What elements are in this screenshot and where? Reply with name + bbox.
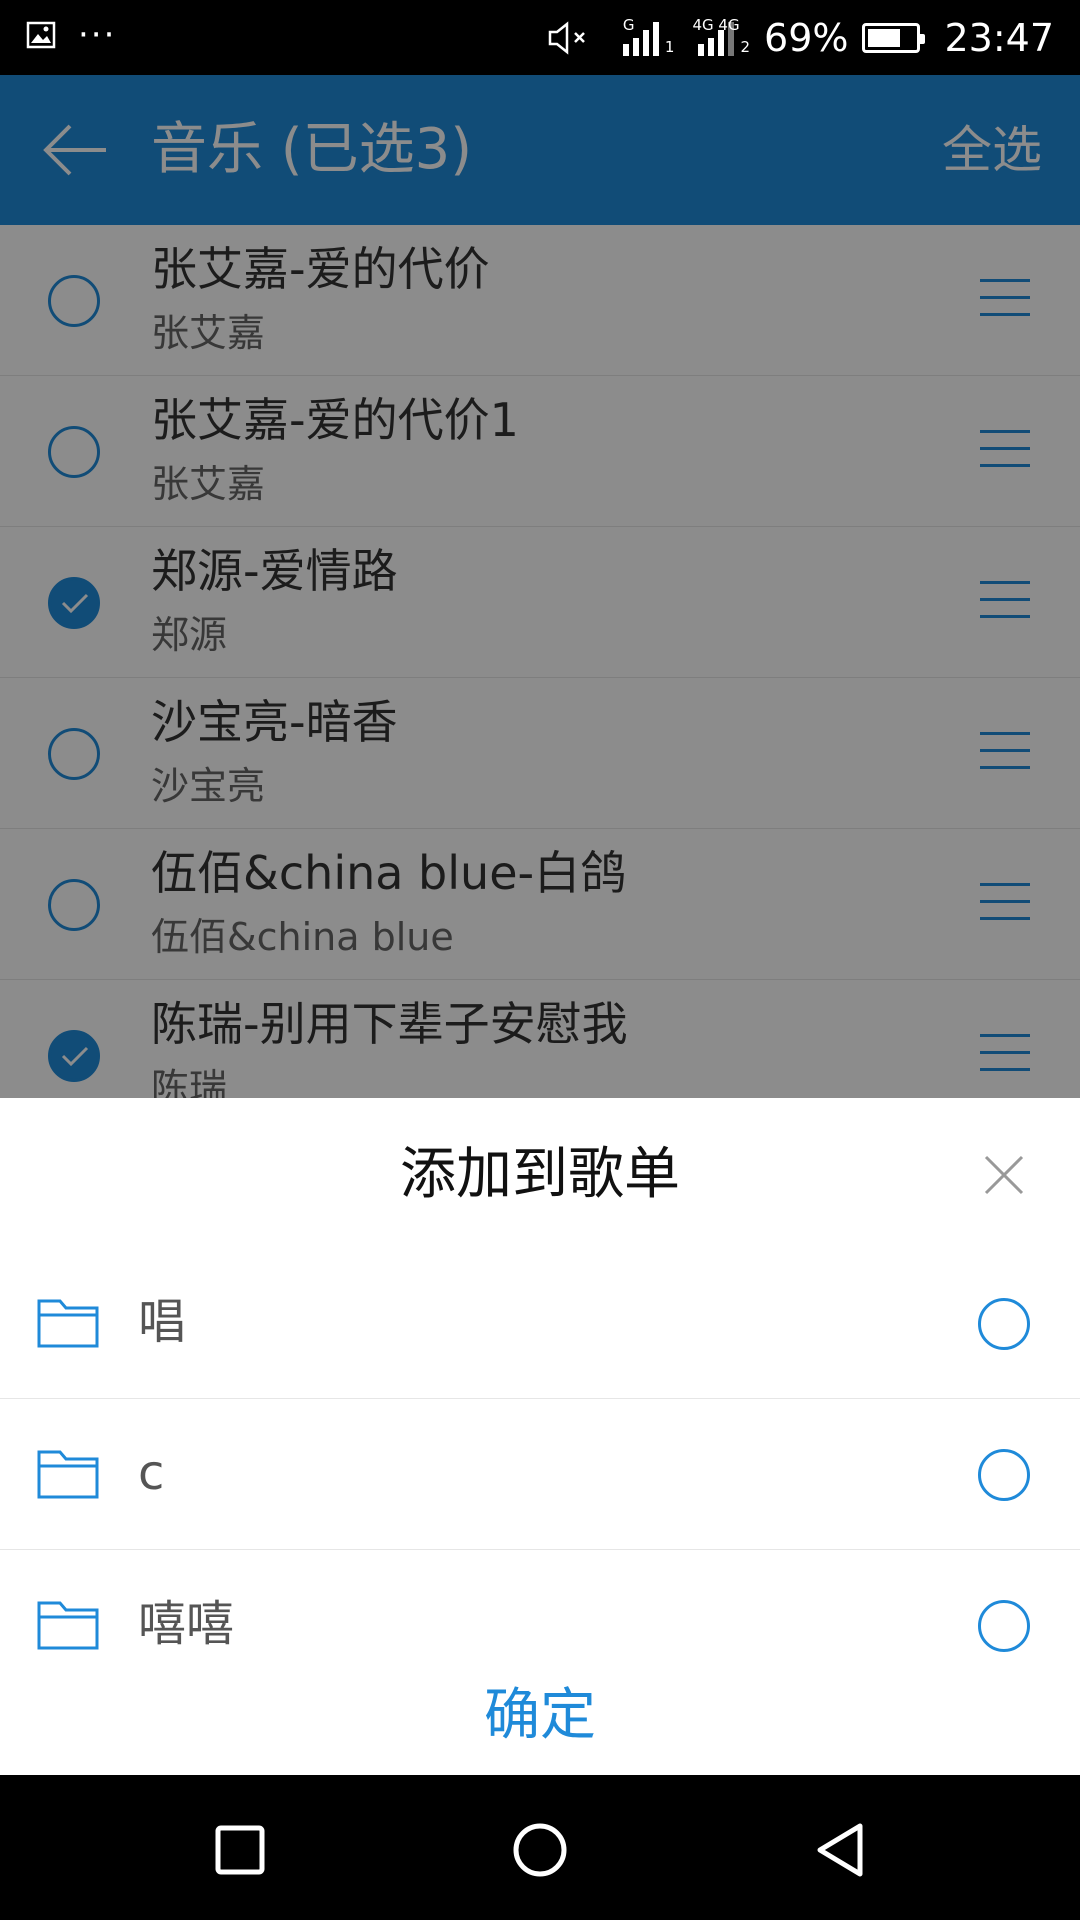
song-list: 张艾嘉-爱的代价 张艾嘉 张艾嘉-爱的代价1 张艾嘉 郑源-爱情路 郑源 沙宝亮-暗香 沙宝亮… xyxy=(0,225,1080,1098)
playlist-row[interactable]: 嘻嘻 xyxy=(0,1550,1080,1701)
battery-percent: 69% xyxy=(764,15,849,60)
song-artist: 张艾嘉 xyxy=(151,462,266,506)
song-title: 陈瑞-别用下辈子安慰我 xyxy=(151,997,628,1051)
song-title: 伍佰&china blue-白鸽 xyxy=(151,846,627,900)
unchecked-checkbox-icon[interactable] xyxy=(48,728,100,780)
checked-checkbox-icon[interactable] xyxy=(48,1030,100,1082)
battery-icon xyxy=(862,22,926,53)
playlist-name: 嘻嘻 xyxy=(138,1596,235,1652)
song-artist: 伍佰&china blue xyxy=(151,915,454,959)
song-row[interactable]: 张艾嘉-爱的代价1 张艾嘉 xyxy=(0,376,1080,527)
song-row[interactable]: 沙宝亮-暗香沙宝亮 xyxy=(0,678,1080,829)
drag-handle-icon[interactable] xyxy=(980,430,1030,470)
song-title: 张艾嘉-爱的代价 xyxy=(151,242,490,296)
playlist-name: 唱 xyxy=(138,1294,187,1350)
playlist-row[interactable]: 唱 xyxy=(0,1248,1080,1399)
select-all-button[interactable]: 全选 xyxy=(942,120,1042,180)
back-icon[interactable] xyxy=(810,1820,870,1880)
page-title: 音乐 (已选3) xyxy=(151,117,473,182)
more-icon: ··· xyxy=(78,15,117,55)
home-icon[interactable] xyxy=(510,1820,570,1880)
song-artist: 沙宝亮 xyxy=(151,764,266,808)
song-title: 郑源-爱情路 xyxy=(151,544,398,598)
signal-1-icon: G 1 xyxy=(622,16,675,56)
playlist-radio[interactable] xyxy=(978,1298,1030,1350)
app-bar: 音乐 (已选3) 全选 xyxy=(0,75,1080,225)
close-icon[interactable] xyxy=(982,1153,1026,1197)
navigation-bar xyxy=(0,1775,1080,1920)
drag-handle-icon[interactable] xyxy=(980,279,1030,319)
unchecked-checkbox-icon[interactable] xyxy=(48,275,100,327)
checkmark-icon xyxy=(61,1046,89,1067)
song-row[interactable]: 伍佰&china blue-白鸽伍佰&china blue xyxy=(0,829,1080,980)
playlist-radio[interactable] xyxy=(978,1600,1030,1652)
song-row[interactable]: 陈瑞-别用下辈子安慰我陈瑞 xyxy=(0,980,1080,1098)
back-arrow-icon[interactable] xyxy=(40,120,110,180)
network-2-sub: 2 xyxy=(740,37,751,56)
status-bar: ··· G 1 4G 4G 2 69% 23:47 xyxy=(0,0,1080,75)
network-1-tag: G xyxy=(622,15,635,34)
folder-icon xyxy=(37,1450,99,1499)
add-to-playlist-sheet: 添加到歌单 唱 c 嘻嘻 确定 xyxy=(0,1098,1080,1775)
song-artist: 郑源 xyxy=(151,613,228,657)
network-1-sub: 1 xyxy=(664,37,675,56)
song-title: 张艾嘉-爱的代价1 xyxy=(151,393,519,447)
recents-icon[interactable] xyxy=(210,1820,270,1880)
drag-handle-icon[interactable] xyxy=(980,883,1030,923)
playlist-name: c xyxy=(138,1445,165,1501)
folder-icon xyxy=(37,1601,99,1650)
song-artist: 陈瑞 xyxy=(151,1066,228,1098)
confirm-button[interactable]: 确定 xyxy=(0,1681,1080,1751)
checkmark-icon xyxy=(61,593,89,614)
mute-icon xyxy=(548,20,585,55)
image-icon xyxy=(26,21,56,49)
checked-checkbox-icon[interactable] xyxy=(48,577,100,629)
drag-handle-icon[interactable] xyxy=(980,1034,1030,1074)
network-2-tag: 4G 4G xyxy=(692,15,740,34)
clock: 23:47 xyxy=(944,15,1054,60)
song-row[interactable]: 郑源-爱情路郑源 xyxy=(0,527,1080,678)
drag-handle-icon[interactable] xyxy=(980,581,1030,621)
playlist-radio[interactable] xyxy=(978,1449,1030,1501)
playlist-row[interactable]: c xyxy=(0,1399,1080,1550)
song-title: 沙宝亮-暗香 xyxy=(151,695,398,749)
signal-2-icon: 4G 4G 2 xyxy=(692,16,751,56)
unchecked-checkbox-icon[interactable] xyxy=(48,879,100,931)
song-row[interactable]: 张艾嘉-爱的代价张艾嘉 xyxy=(0,225,1080,376)
unchecked-checkbox-icon[interactable] xyxy=(48,426,100,478)
song-artist: 张艾嘉 xyxy=(151,311,266,355)
drag-handle-icon[interactable] xyxy=(980,732,1030,772)
folder-icon xyxy=(37,1299,99,1348)
sheet-title: 添加到歌单 xyxy=(400,1142,680,1207)
